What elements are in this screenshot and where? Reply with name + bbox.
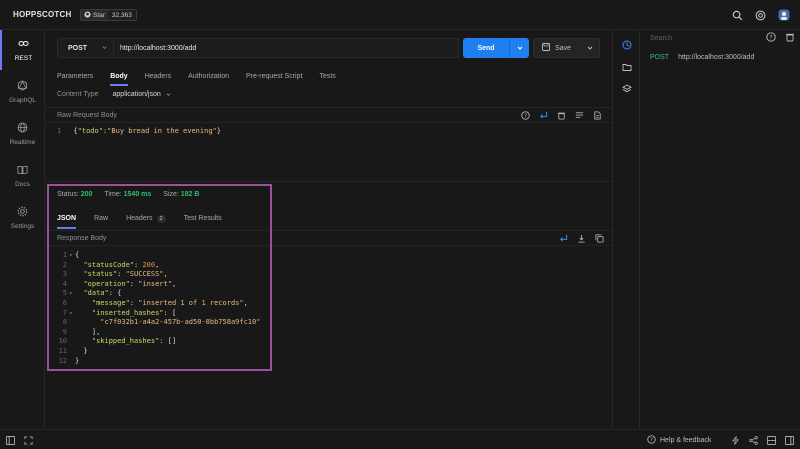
trash-icon[interactable]	[785, 32, 795, 44]
support-icon[interactable]	[753, 8, 767, 22]
request-body-editor[interactable]: 1 {"todo":"Buy bread in the evening"}	[57, 127, 221, 135]
help-feedback-button[interactable]: ? Help & feedback	[647, 435, 711, 446]
help-icon: ?	[647, 435, 656, 446]
sidebar-item-realtime[interactable]: Realtime	[0, 114, 45, 154]
folder-icon[interactable]	[620, 60, 634, 74]
save-button[interactable]: Save	[533, 38, 600, 58]
trash-icon[interactable]	[557, 111, 566, 122]
sidebar-item-graphql[interactable]: GraphQL	[0, 72, 45, 112]
sidebar-right-toggle-icon[interactable]	[783, 434, 795, 446]
tab-pre-request-script[interactable]: Pre-request Script	[246, 73, 302, 80]
top-bar: HOPPSCOTCH Star 32,363	[0, 0, 800, 30]
help-icon[interactable]: ?	[521, 111, 530, 122]
book-icon	[17, 164, 28, 177]
send-button[interactable]: Send	[463, 38, 529, 58]
sidebar-item-label: Docs	[15, 181, 30, 188]
sidebar-toggle-icon[interactable]	[4, 434, 16, 446]
highlight-annotation-box	[47, 184, 272, 371]
chevron-down-icon[interactable]	[586, 44, 594, 54]
content-type-label: Content Type	[57, 91, 99, 98]
history-icon[interactable]	[620, 38, 634, 52]
sidebar-item-label: Settings	[10, 223, 35, 230]
right-rail	[612, 30, 640, 429]
method-value: POST	[68, 44, 88, 52]
tab-body[interactable]: Body	[110, 73, 128, 86]
content-type-value: application/json	[112, 91, 161, 98]
tab-headers[interactable]: Headers	[145, 73, 171, 80]
request-response-divider[interactable]	[45, 181, 612, 182]
prettify-icon[interactable]	[575, 111, 584, 122]
method-select[interactable]: POST	[57, 38, 114, 58]
tab-tests[interactable]: Tests	[319, 73, 335, 80]
send-options-chevron-icon[interactable]	[510, 44, 529, 52]
chevron-down-icon	[166, 93, 171, 96]
star-count: 32,363	[107, 10, 136, 20]
chevron-down-icon	[101, 44, 108, 53]
sidebar-item-label: GraphQL	[9, 97, 36, 104]
request-tabs: Parameters Body Headers Authorization Pr…	[57, 73, 336, 86]
save-button-label: Save	[555, 44, 571, 52]
content-type-row: Content Type application/json	[57, 91, 172, 98]
raw-body-header: Raw Request Body ?	[45, 107, 612, 123]
panel-layout-icon[interactable]	[765, 434, 777, 446]
history-item-url: http://localhost:3000/add	[678, 54, 755, 61]
send-button-label: Send	[477, 44, 495, 52]
help-feedback-label: Help & feedback	[660, 437, 712, 444]
graphql-icon	[17, 80, 28, 93]
url-input[interactable]: http://localhost:3000/add	[114, 38, 459, 58]
svg-text:?: ?	[769, 34, 772, 41]
history-item[interactable]: POST http://localhost:3000/add	[650, 54, 754, 61]
star-label: Star	[93, 11, 105, 19]
tab-parameters[interactable]: Parameters	[57, 73, 93, 80]
json-string-value: "Buy bread in the evening"	[107, 127, 217, 135]
line-number: 1	[57, 127, 62, 135]
sidebar-item-rest[interactable]: REST	[0, 30, 45, 70]
gear-icon	[17, 206, 28, 219]
sidebar: REST GraphQL Realtime Docs Settings	[0, 30, 45, 429]
response-body-toolbar	[559, 234, 604, 245]
globe-icon	[17, 122, 28, 135]
footer-bar: ? Help & feedback	[0, 429, 800, 449]
sidebar-item-docs[interactable]: Docs	[0, 156, 45, 196]
tab-authorization[interactable]: Authorization	[188, 73, 229, 80]
link-icon	[18, 38, 29, 51]
raw-body-label: Raw Request Body	[57, 112, 117, 119]
share-icon[interactable]	[747, 434, 759, 446]
lightning-icon[interactable]	[729, 434, 741, 446]
sidebar-item-settings[interactable]: Settings	[0, 198, 45, 238]
user-avatar-icon[interactable]	[777, 8, 791, 22]
json-key: "todo"	[77, 127, 103, 135]
history-panel: Search ? POST http://localhost:3000/add	[640, 30, 800, 429]
copy-icon[interactable]	[595, 234, 604, 245]
search-icon[interactable]	[730, 8, 744, 22]
wrap-lines-icon[interactable]	[559, 234, 568, 245]
github-icon	[84, 10, 91, 20]
layers-icon[interactable]	[620, 82, 634, 96]
raw-body-toolbar: ?	[521, 111, 602, 122]
help-icon[interactable]: ?	[766, 32, 776, 44]
save-icon	[542, 43, 550, 53]
json-brace: }	[216, 127, 221, 135]
history-item-method: POST	[650, 54, 670, 61]
history-search-input[interactable]: Search	[650, 35, 672, 42]
sidebar-item-label: REST	[14, 55, 33, 62]
content-type-select[interactable]: application/json	[113, 91, 172, 98]
sidebar-item-label: Realtime	[9, 139, 36, 146]
wrap-lines-icon[interactable]	[539, 111, 548, 122]
download-icon[interactable]	[577, 234, 586, 245]
app-logo[interactable]: HOPPSCOTCH	[13, 10, 71, 19]
fullscreen-icon[interactable]	[22, 434, 34, 446]
import-file-icon[interactable]	[593, 111, 602, 122]
svg-text:?: ?	[650, 438, 653, 444]
svg-text:?: ?	[524, 114, 527, 120]
github-star-button[interactable]: Star 32,363	[80, 9, 137, 21]
